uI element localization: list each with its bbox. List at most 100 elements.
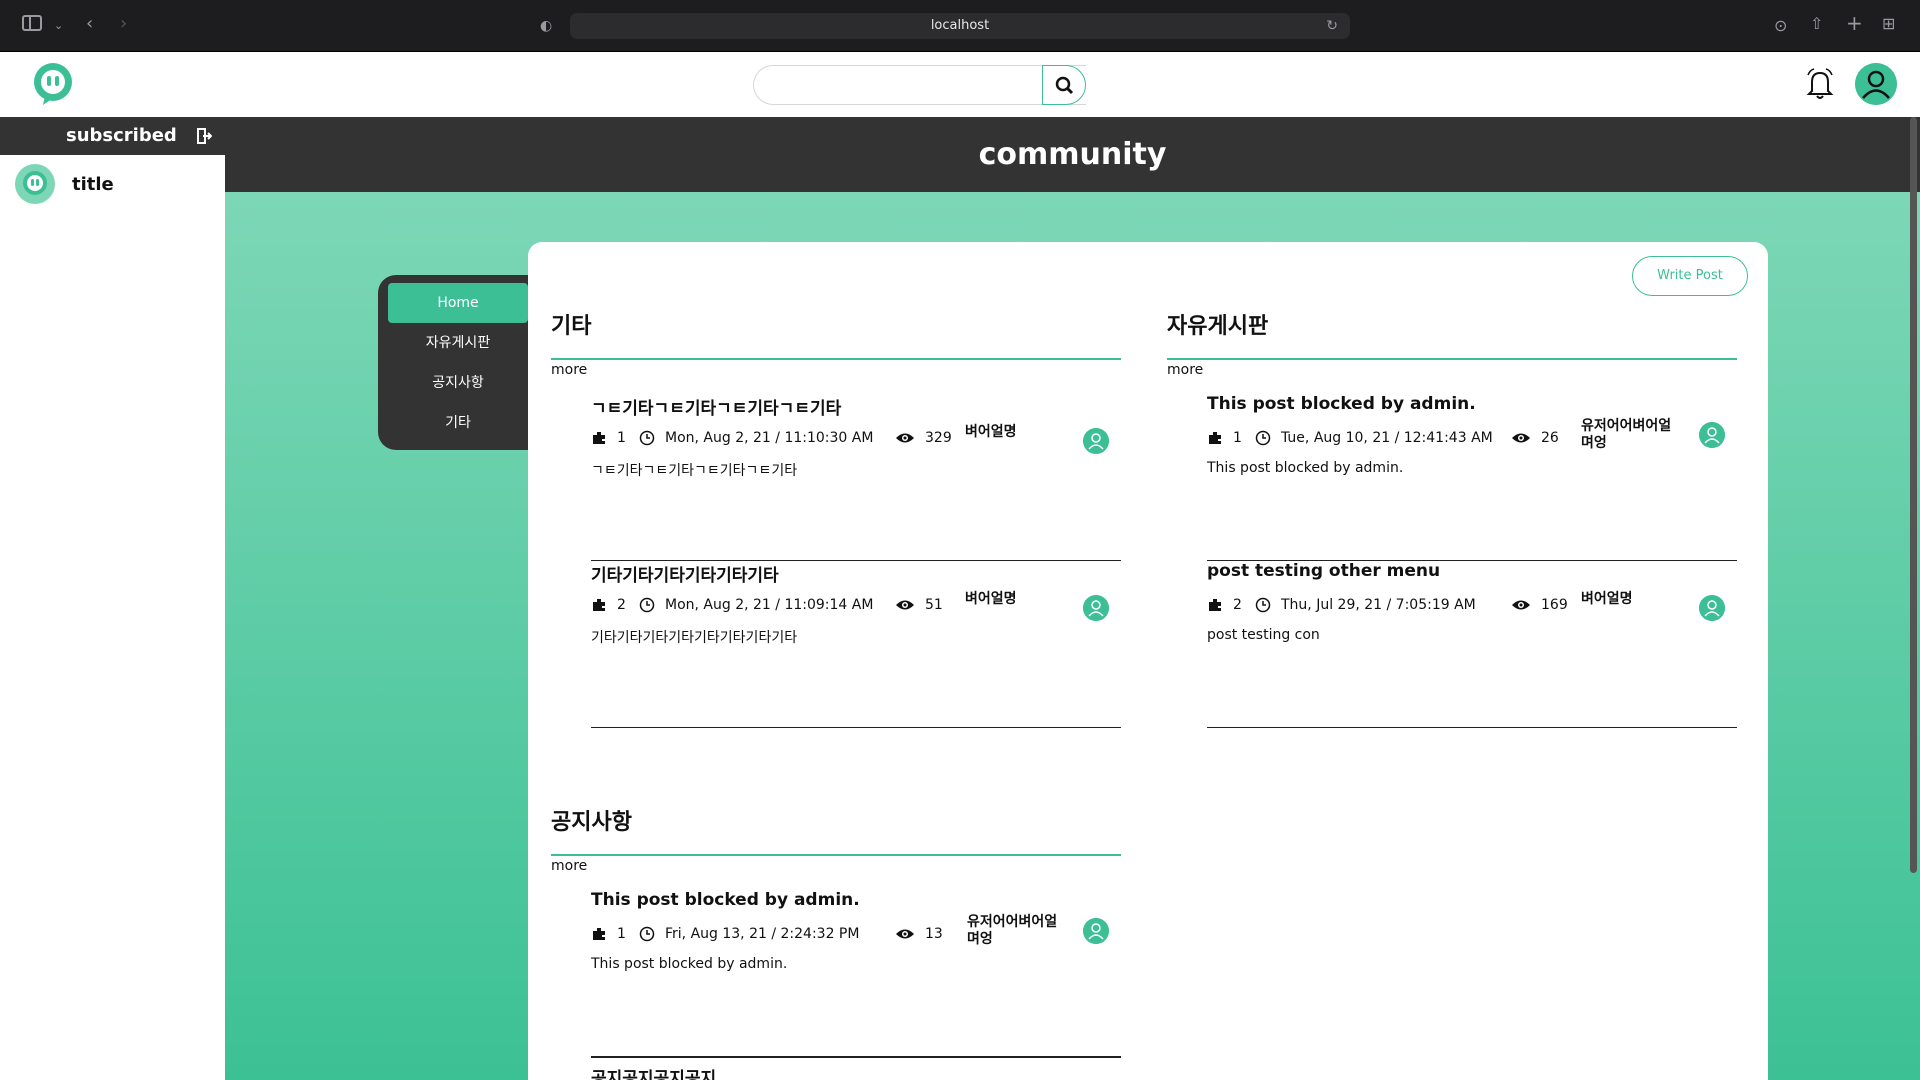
post-date: Mon, Aug 2, 21 / 11:10:30 AM <box>665 430 874 446</box>
write-post-button[interactable]: Write Post <box>1632 256 1748 296</box>
post-title[interactable]: 기타기타기타기타기타기타 <box>591 561 1121 587</box>
section-free-board: 자유게시판 more This post blocked by admin. 1… <box>1167 308 1737 818</box>
reload-icon[interactable]: ↻ <box>1326 13 1338 39</box>
sidebar-item-label: title <box>72 173 114 195</box>
post-title[interactable]: post testing other menu <box>1207 561 1737 587</box>
search-button[interactable] <box>1042 65 1086 105</box>
more-link[interactable]: more <box>551 362 1121 384</box>
forward-icon[interactable]: › <box>120 14 127 34</box>
user-avatar[interactable] <box>1855 63 1897 105</box>
clock-icon <box>639 430 655 446</box>
author-avatar[interactable] <box>1083 918 1109 944</box>
more-link[interactable]: more <box>1167 362 1737 384</box>
post-date: Fri, Aug 13, 21 / 2:24:32 PM <box>665 926 860 942</box>
post-excerpt: post testing con <box>1207 627 1320 643</box>
download-icon[interactable]: ⊙ <box>1774 16 1787 36</box>
back-icon[interactable]: ‹ <box>86 14 93 34</box>
menu-item-etc[interactable]: 기타 <box>388 403 528 443</box>
board-menu: Home 자유게시판 공지사항 기타 <box>378 275 528 450</box>
post-meta: 1 Mon, Aug 2, 21 / 11:10:30 AM 329 벼어얼명 <box>591 424 1121 454</box>
post-item[interactable]: 공지공지공지공지 <box>591 1057 1121 1080</box>
sidebar-toggle-icon[interactable] <box>22 15 42 31</box>
eye-icon <box>1512 433 1530 443</box>
search-icon <box>1055 76 1074 95</box>
shield-icon: ◐ <box>540 18 553 34</box>
post-excerpt: ㄱㅌ기타ㄱㅌ기타ㄱㅌ기타ㄱㅌ기타 <box>591 463 798 479</box>
post-title[interactable]: ㄱㅌ기타ㄱㅌ기타ㄱㅌ기타ㄱㅌ기타 <box>591 394 1121 420</box>
more-link[interactable]: more <box>551 858 1121 880</box>
subscription-sidebar: subscribed title <box>0 117 225 1080</box>
sidebar-title: subscribed <box>66 125 177 146</box>
post-count: 2 <box>617 597 626 613</box>
post-excerpt: This post blocked by admin. <box>1207 460 1404 476</box>
search-input[interactable] <box>753 65 1086 105</box>
section-divider <box>551 854 1121 856</box>
post-author[interactable]: 벼어얼명 <box>1581 591 1681 608</box>
post-author[interactable]: 유저어어벼어얼며엉 <box>967 914 1067 948</box>
puzzle-icon <box>1209 599 1221 611</box>
app-header <box>0 52 1920 117</box>
post-title[interactable]: This post blocked by admin. <box>591 890 1121 916</box>
menu-item-free-board[interactable]: 자유게시판 <box>388 323 528 363</box>
author-avatar[interactable] <box>1083 428 1109 454</box>
post-title[interactable]: 공지공지공지공지 <box>591 1064 1121 1080</box>
post-meta: 1 Fri, Aug 13, 21 / 2:24:32 PM 13 유저어어벼어… <box>591 914 1121 948</box>
puzzle-icon <box>593 599 605 611</box>
share-icon[interactable]: ⇧ <box>1810 14 1823 34</box>
author-avatar[interactable] <box>1083 595 1109 621</box>
post-item[interactable]: ㄱㅌ기타ㄱㅌ기타ㄱㅌ기타ㄱㅌ기타 1 Mon, Aug 2, 21 / 11:1… <box>591 394 1121 561</box>
puzzle-icon <box>593 432 605 444</box>
eye-icon <box>896 929 914 939</box>
sidebar-item-title[interactable]: title <box>0 155 225 213</box>
menu-item-home[interactable]: Home <box>388 283 528 323</box>
post-excerpt: This post blocked by admin. <box>591 956 788 972</box>
address-bar[interactable]: localhost ↻ <box>570 13 1350 39</box>
post-item[interactable]: This post blocked by admin. 1 Tue, Aug 1… <box>1207 394 1737 561</box>
eye-icon <box>896 433 914 443</box>
post-meta: 2 Mon, Aug 2, 21 / 11:09:14 AM 51 벼어얼명 <box>591 591 1121 621</box>
post-count: 1 <box>1233 430 1242 446</box>
browser-toolbar: ⌄ ‹ › ◐ localhost ↻ ⊙ ⇧ + ⊞ <box>0 0 1920 52</box>
post-item[interactable]: post testing other menu 2 Thu, Jul 29, 2… <box>1207 561 1737 728</box>
post-date: Tue, Aug 10, 21 / 12:41:43 AM <box>1281 430 1493 446</box>
section-divider <box>551 358 1121 360</box>
post-author[interactable]: 유저어어벼어얼며엉 <box>1581 418 1681 452</box>
tab-overview-icon[interactable]: ⊞ <box>1882 14 1895 34</box>
post-count: 2 <box>1233 597 1242 613</box>
post-excerpt: 기타기타기타기타기타기타기타기타 <box>591 630 798 646</box>
eye-icon <box>1512 600 1530 610</box>
section-etc: 기타 more ㄱㅌ기타ㄱㅌ기타ㄱㅌ기타ㄱㅌ기타 1 Mon, Aug 2, 2… <box>551 308 1121 818</box>
exit-icon[interactable] <box>196 128 212 144</box>
menu-item-notice[interactable]: 공지사항 <box>388 363 528 403</box>
scrollbar[interactable] <box>1910 117 1917 873</box>
clock-icon <box>639 926 655 942</box>
community-title: community <box>225 117 1920 192</box>
section-title: 기타 <box>551 314 592 339</box>
clock-icon <box>1255 430 1271 446</box>
post-item[interactable]: 기타기타기타기타기타기타 2 Mon, Aug 2, 21 / 11:09:14… <box>591 561 1121 728</box>
section-notice: 공지사항 more This post blocked by admin. 1 … <box>551 804 1121 1080</box>
clock-icon <box>1255 597 1271 613</box>
section-divider <box>1167 358 1737 360</box>
post-title[interactable]: This post blocked by admin. <box>1207 394 1737 420</box>
post-item[interactable]: This post blocked by admin. 1 Fri, Aug 1… <box>591 890 1121 1057</box>
post-author[interactable]: 벼어얼명 <box>965 424 1065 441</box>
post-count: 1 <box>617 430 626 446</box>
author-avatar[interactable] <box>1699 422 1725 448</box>
post-author[interactable]: 벼어얼명 <box>965 591 1065 608</box>
chevron-down-icon[interactable]: ⌄ <box>54 16 63 36</box>
new-tab-icon[interactable]: + <box>1846 13 1863 33</box>
logo-icon[interactable] <box>31 62 75 106</box>
community-logo-icon <box>15 164 55 204</box>
section-title: 자유게시판 <box>1167 314 1269 339</box>
post-date: Mon, Aug 2, 21 / 11:09:14 AM <box>665 597 874 613</box>
board-panel: Write Post 기타 more ㄱㅌ기타ㄱㅌ기타ㄱㅌ기타ㄱㅌ기타 1 Mo… <box>528 242 1768 1080</box>
post-meta: 1 Tue, Aug 10, 21 / 12:41:43 AM 26 유저어어벼… <box>1207 418 1737 452</box>
clock-icon <box>639 597 655 613</box>
section-title: 공지사항 <box>551 810 632 835</box>
bell-icon[interactable] <box>1804 67 1836 101</box>
url-text: localhost <box>930 18 990 33</box>
puzzle-icon <box>1209 432 1221 444</box>
post-meta: 2 Thu, Jul 29, 21 / 7:05:19 AM 169 벼어얼명 <box>1207 591 1737 621</box>
author-avatar[interactable] <box>1699 595 1725 621</box>
